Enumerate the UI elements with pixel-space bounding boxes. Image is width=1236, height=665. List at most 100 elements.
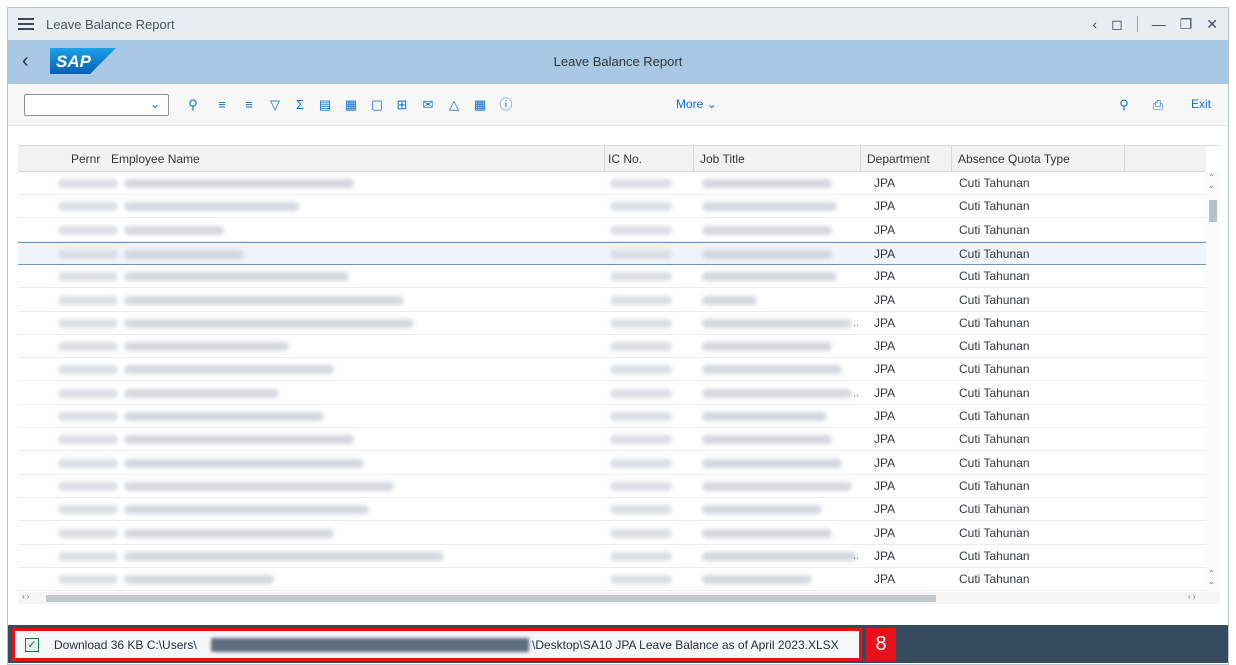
absence-quota-type-cell: Cuti Tahunan (959, 362, 1030, 377)
table-row[interactable]: JPA Cuti Tahunan (18, 172, 1206, 195)
column-header-employee-name[interactable]: Employee Name (111, 152, 200, 166)
table-row[interactable]: JPA Cuti Tahunan (18, 265, 1206, 289)
more-label: More (676, 97, 704, 111)
horizontal-scrollbar[interactable]: ‹ › ‹ › (18, 592, 1220, 604)
graphic-icon[interactable]: △ (445, 96, 463, 114)
info-icon[interactable]: ⓘ (497, 96, 515, 114)
scroll-down-icon[interactable]: ⌄ (1208, 578, 1215, 586)
vertical-scrollbar[interactable]: ⌃ ⌄ ⌃ ⌄ (1206, 172, 1220, 592)
column-header-department[interactable]: Department (867, 152, 930, 166)
table-row[interactable]: JPA Cuti Tahunan (18, 241, 1206, 265)
redacted-job-title (702, 575, 812, 585)
absence-quota-type-cell: Cuti Tahunan (959, 269, 1030, 284)
toolbar: ⌄ ⚲ ≡ ≡ ▽ Σ ▤ ▦ ▢ ⊞ ✉ △ ▦ ⓘ More ⌄ ⚲ ⎙ E… (8, 84, 1228, 126)
redacted-ic-no (610, 528, 672, 538)
details-icon[interactable]: ⚲ (184, 96, 202, 114)
redacted-pernr (58, 388, 118, 398)
scroll-left-right-icon[interactable]: ‹ › (22, 592, 30, 601)
absence-quota-type-cell: Cuti Tahunan (959, 548, 1030, 563)
restore-icon[interactable]: ❐ (1180, 16, 1193, 33)
redacted-employee-name (124, 202, 299, 212)
sap-window: Leave Balance Report ‹ ◻ — ❐ ✕ ‹ SAP Lea… (7, 7, 1229, 665)
redacted-ic-no (610, 179, 672, 188)
redacted-ic-no (610, 481, 672, 491)
redacted-ic-no (610, 342, 672, 352)
sum-icon[interactable]: Σ (291, 96, 309, 114)
table-row[interactable]: JPA Cuti Tahunan (18, 335, 1206, 359)
department-cell: JPA (874, 548, 896, 563)
table-row[interactable]: .. JPA Cuti Tahunan (18, 312, 1206, 335)
table-header: Pernr Employee Name IC No. Job Title Dep… (18, 146, 1206, 172)
printer-icon[interactable]: ⎙ (1149, 96, 1167, 114)
table-row[interactable]: JPA Cuti Tahunan (18, 405, 1206, 428)
redacted-job-title (702, 249, 832, 259)
table-row[interactable]: .. JPA Cuti Tahunan (18, 382, 1206, 405)
table-row[interactable]: JPA Cuti Tahunan (18, 219, 1206, 242)
close-icon[interactable]: ✕ (1206, 16, 1218, 33)
redacted-employee-name (124, 179, 354, 188)
table-row[interactable]: JPA Cuti Tahunan (18, 428, 1206, 452)
export-excel-icon[interactable]: ▦ (342, 96, 360, 114)
department-cell: JPA (874, 432, 896, 447)
sort-ascending-icon[interactable]: ≡ (213, 96, 231, 114)
redacted-pernr (58, 528, 118, 538)
scrollbar-thumb[interactable] (46, 595, 936, 602)
redacted-ic-no (610, 202, 672, 212)
department-cell: JPA (874, 362, 896, 377)
mail-icon[interactable]: ✉ (419, 96, 437, 114)
redacted-pernr (58, 295, 118, 305)
redacted-job-title (702, 435, 832, 445)
unlock-icon[interactable]: ◻ (1111, 16, 1123, 33)
word-processing-icon[interactable]: ▢ (368, 96, 386, 114)
print-preview-icon[interactable]: ▤ (316, 96, 334, 114)
table-row[interactable]: .. JPA Cuti Tahunan (18, 545, 1206, 568)
table-row[interactable]: JPA Cuti Tahunan (18, 358, 1206, 382)
sort-descending-icon[interactable]: ≡ (240, 96, 258, 114)
column-separator (860, 146, 861, 172)
download-notification[interactable]: ✓ Download 36 KB C:\Users\ \Desktop\SA10… (12, 628, 862, 661)
scrollbar-thumb[interactable] (1209, 200, 1217, 222)
redacted-job-title (702, 225, 832, 235)
layout-select[interactable]: ⌄ (24, 94, 169, 116)
redacted-ic-no (610, 412, 672, 421)
redacted-pernr (58, 575, 118, 585)
department-cell: JPA (874, 269, 896, 284)
redacted-pernr (58, 179, 118, 188)
column-header-ic-no[interactable]: IC No. (608, 152, 642, 166)
column-header-absence-quota-type[interactable]: Absence Quota Type (958, 152, 1070, 166)
table-row[interactable]: JPA Cuti Tahunan (18, 475, 1206, 498)
redacted-job-title (702, 272, 837, 282)
local-file-icon[interactable]: ⊞ (393, 96, 411, 114)
scroll-down-icon[interactable]: ⌄ (1208, 182, 1215, 190)
scroll-left-right-icon[interactable]: ‹ › (1188, 592, 1196, 601)
absence-quota-type-cell: Cuti Tahunan (959, 525, 1030, 540)
search-icon[interactable]: ⚲ (1115, 96, 1133, 114)
redacted-job-title (702, 528, 832, 538)
table-row[interactable]: JPA Cuti Tahunan (18, 522, 1206, 545)
redacted-pernr (58, 225, 118, 235)
chevron-left-icon[interactable]: ‹ (1092, 16, 1097, 32)
table-row[interactable]: JPA Cuti Tahunan (18, 452, 1206, 475)
table-row[interactable]: JPA Cuti Tahunan (18, 289, 1206, 312)
exit-button[interactable]: Exit (1191, 97, 1211, 111)
window-titlebar: Leave Balance Report ‹ ◻ — ❐ ✕ (8, 8, 1228, 40)
redacted-job-title (702, 551, 857, 561)
hamburger-menu-icon[interactable] (18, 18, 34, 30)
redacted-job-title (702, 388, 852, 398)
absence-quota-type-cell: Cuti Tahunan (959, 176, 1030, 190)
department-cell: JPA (874, 525, 896, 540)
filter-icon[interactable]: ▽ (266, 96, 284, 114)
column-header-job-title[interactable]: Job Title (700, 152, 745, 166)
table-row[interactable]: JPA Cuti Tahunan (18, 195, 1206, 219)
more-menu-button[interactable]: More ⌄ (676, 97, 717, 111)
redacted-ic-no (610, 365, 672, 375)
redacted-employee-name (124, 388, 279, 398)
redacted-ic-no (610, 225, 672, 235)
truncation-mark: .. (853, 386, 860, 399)
table-row[interactable]: JPA Cuti Tahunan (18, 498, 1206, 522)
table-row[interactable]: JPA Cuti Tahunan (18, 568, 1206, 592)
column-header-pernr[interactable]: Pernr (71, 152, 100, 166)
redacted-employee-name (124, 458, 364, 468)
minimize-icon[interactable]: — (1152, 16, 1166, 32)
change-layout-icon[interactable]: ▦ (471, 96, 489, 114)
